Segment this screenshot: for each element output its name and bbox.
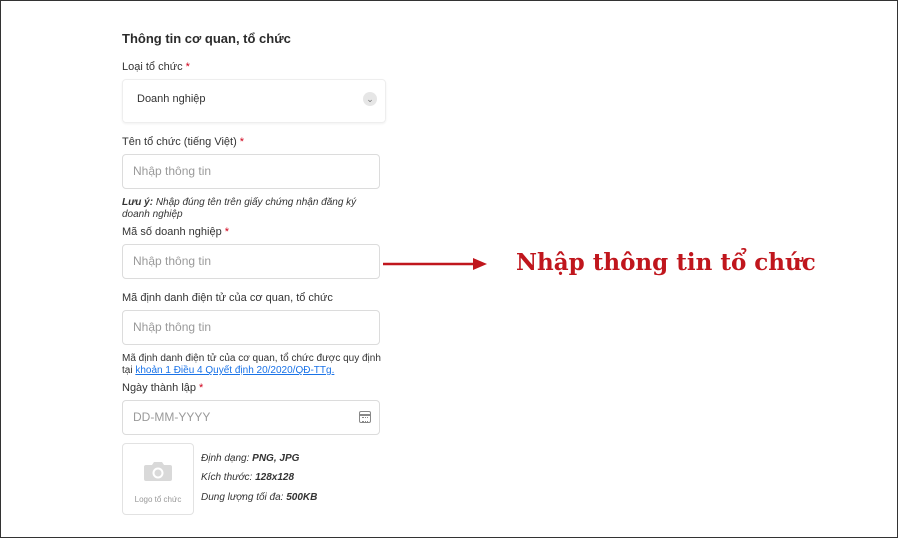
- logo-size: Kích thước: 128x128: [201, 472, 295, 483]
- founded-date-input[interactable]: DD-MM-YYYY: [122, 400, 380, 435]
- electronic-id-label: Mã định danh điện tử của cơ quan, tổ chứ…: [122, 292, 333, 304]
- org-name-label: Tên tổ chức (tiếng Việt) *: [122, 136, 245, 148]
- logo-format: Định dạng: PNG, JPG: [201, 453, 300, 464]
- org-name-note: Lưu ý: Nhập đúng tên trên giấy chứng nhậ…: [122, 197, 357, 220]
- arrow-right-icon: [383, 258, 487, 270]
- tax-code-label: Mã số doanh nghiệp *: [122, 226, 229, 238]
- logo-caption: Logo tổ chức: [134, 495, 182, 504]
- electronic-id-note: Mã định danh điện tử của cơ quan, tổ chứ…: [122, 353, 381, 376]
- section-title: Thông tin cơ quan, tổ chức: [122, 31, 291, 46]
- founded-date-label: Ngày thành lập *: [122, 382, 204, 394]
- chevron-down-icon: ⌄: [363, 92, 377, 106]
- electronic-id-input[interactable]: Nhập thông tin: [122, 310, 380, 345]
- callout-text: Nhập thông tin tổ chức: [516, 249, 816, 276]
- camera-icon: [144, 462, 172, 481]
- logo-upload[interactable]: Logo tổ chức: [122, 443, 194, 515]
- founded-date-placeholder: DD-MM-YYYY: [133, 410, 211, 424]
- org-type-label: Loại tổ chức *: [122, 61, 190, 73]
- org-type-select[interactable]: Doanh nghiệp ⌄: [122, 79, 386, 123]
- calendar-icon[interactable]: [359, 411, 371, 423]
- org-name-input[interactable]: Nhập thông tin: [122, 154, 380, 189]
- org-type-value: Doanh nghiệp: [137, 93, 206, 105]
- tax-code-input[interactable]: Nhập thông tin: [122, 244, 380, 279]
- regulation-link[interactable]: khoản 1 Điều 4 Quyết định 20/2020/QĐ-TTg…: [135, 365, 334, 376]
- logo-max-size: Dung lượng tối đa: 500KB: [201, 492, 318, 503]
